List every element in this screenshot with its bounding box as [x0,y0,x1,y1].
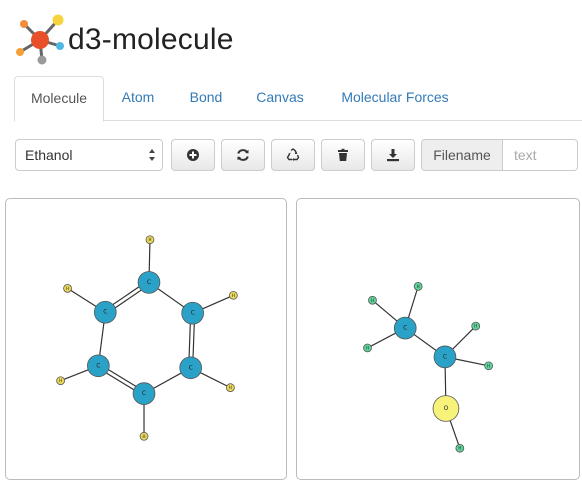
atom-h[interactable]: H [363,343,372,353]
atom-label: H [458,446,461,451]
atom-c[interactable]: C [433,345,457,369]
app-title: d3-molecule [68,23,234,56]
download-button[interactable] [371,139,415,171]
molecule-select-value: Ethanol [25,147,73,163]
delete-button[interactable] [321,139,365,171]
molecule-canvas-left[interactable]: C C C C C C H H H H H H [5,198,287,480]
atom-label: H [474,324,477,329]
atom-c[interactable]: C [132,382,156,405]
atom-h[interactable]: H [455,443,465,453]
atom-label: H [417,284,420,289]
app-header: d3-molecule [14,14,234,66]
select-arrows-icon [149,149,155,161]
atom-label: H [59,378,62,383]
atom-h[interactable]: H [145,235,155,245]
atom-h[interactable]: H [413,282,423,291]
plus-circle-icon [187,149,199,161]
atom-label: C [403,325,407,332]
atom-label: H [232,293,235,298]
atom-label: C [96,362,100,369]
benzene-molecule-graph[interactable]: C C C C C C H H H H H H [6,199,286,479]
filename-label: Filename [421,139,503,171]
atom-label: H [371,298,374,303]
atom-label: H [366,345,369,350]
download-icon [387,149,399,162]
tab-molecule[interactable]: Molecule [14,76,104,122]
tab-atom[interactable]: Atom [104,76,172,119]
refresh-button[interactable] [221,139,265,171]
atom-c[interactable]: C [137,271,161,294]
ethanol-molecule-graph[interactable]: C C O H H H H H H [297,199,579,479]
atom-label: H [143,434,146,439]
tab-bar: Molecule Atom Bond Canvas Molecular Forc… [14,76,582,122]
atom-label: H [148,237,151,242]
molecule-select[interactable]: Ethanol [15,139,163,171]
atom-label: C [147,279,151,286]
atom-label: C [142,390,146,397]
atom-c[interactable]: C [393,316,417,340]
atom-c[interactable]: C [87,354,110,378]
atom-c[interactable]: C [93,300,117,324]
add-button[interactable] [171,139,215,171]
atom-c[interactable]: C [181,301,204,325]
atom-h[interactable]: H [63,283,72,293]
atom-h[interactable]: H [368,295,377,305]
tab-bond[interactable]: Bond [174,76,238,119]
atom-h[interactable]: H [226,383,235,393]
recycle-icon [286,148,300,161]
recycle-button[interactable] [271,139,315,171]
atom-h[interactable]: H [229,290,238,300]
filename-input[interactable] [502,139,578,171]
atom-label: C [443,353,447,360]
tab-molecular-forces[interactable]: Molecular Forces [320,76,470,119]
tab-canvas[interactable]: Canvas [242,76,318,119]
atom-label: C [103,309,107,316]
atom-h[interactable]: H [139,431,149,441]
atom-h[interactable]: H [56,376,65,386]
atom-label: C [191,310,195,317]
refresh-icon [237,149,249,161]
atom-c[interactable]: C [179,356,202,380]
trash-icon [338,148,348,161]
atom-h[interactable]: H [484,361,494,371]
atom-label: H [229,385,232,390]
molecule-logo-icon [16,14,64,65]
molecule-canvas-right[interactable]: C C O H H H H H H [296,198,580,480]
atom-label: C [189,364,193,371]
atom-label: O [444,405,449,412]
atom-h[interactable]: H [471,321,481,331]
atom-label: H [66,286,69,291]
atom-o[interactable]: O [432,395,460,422]
atom-label: H [487,363,490,368]
